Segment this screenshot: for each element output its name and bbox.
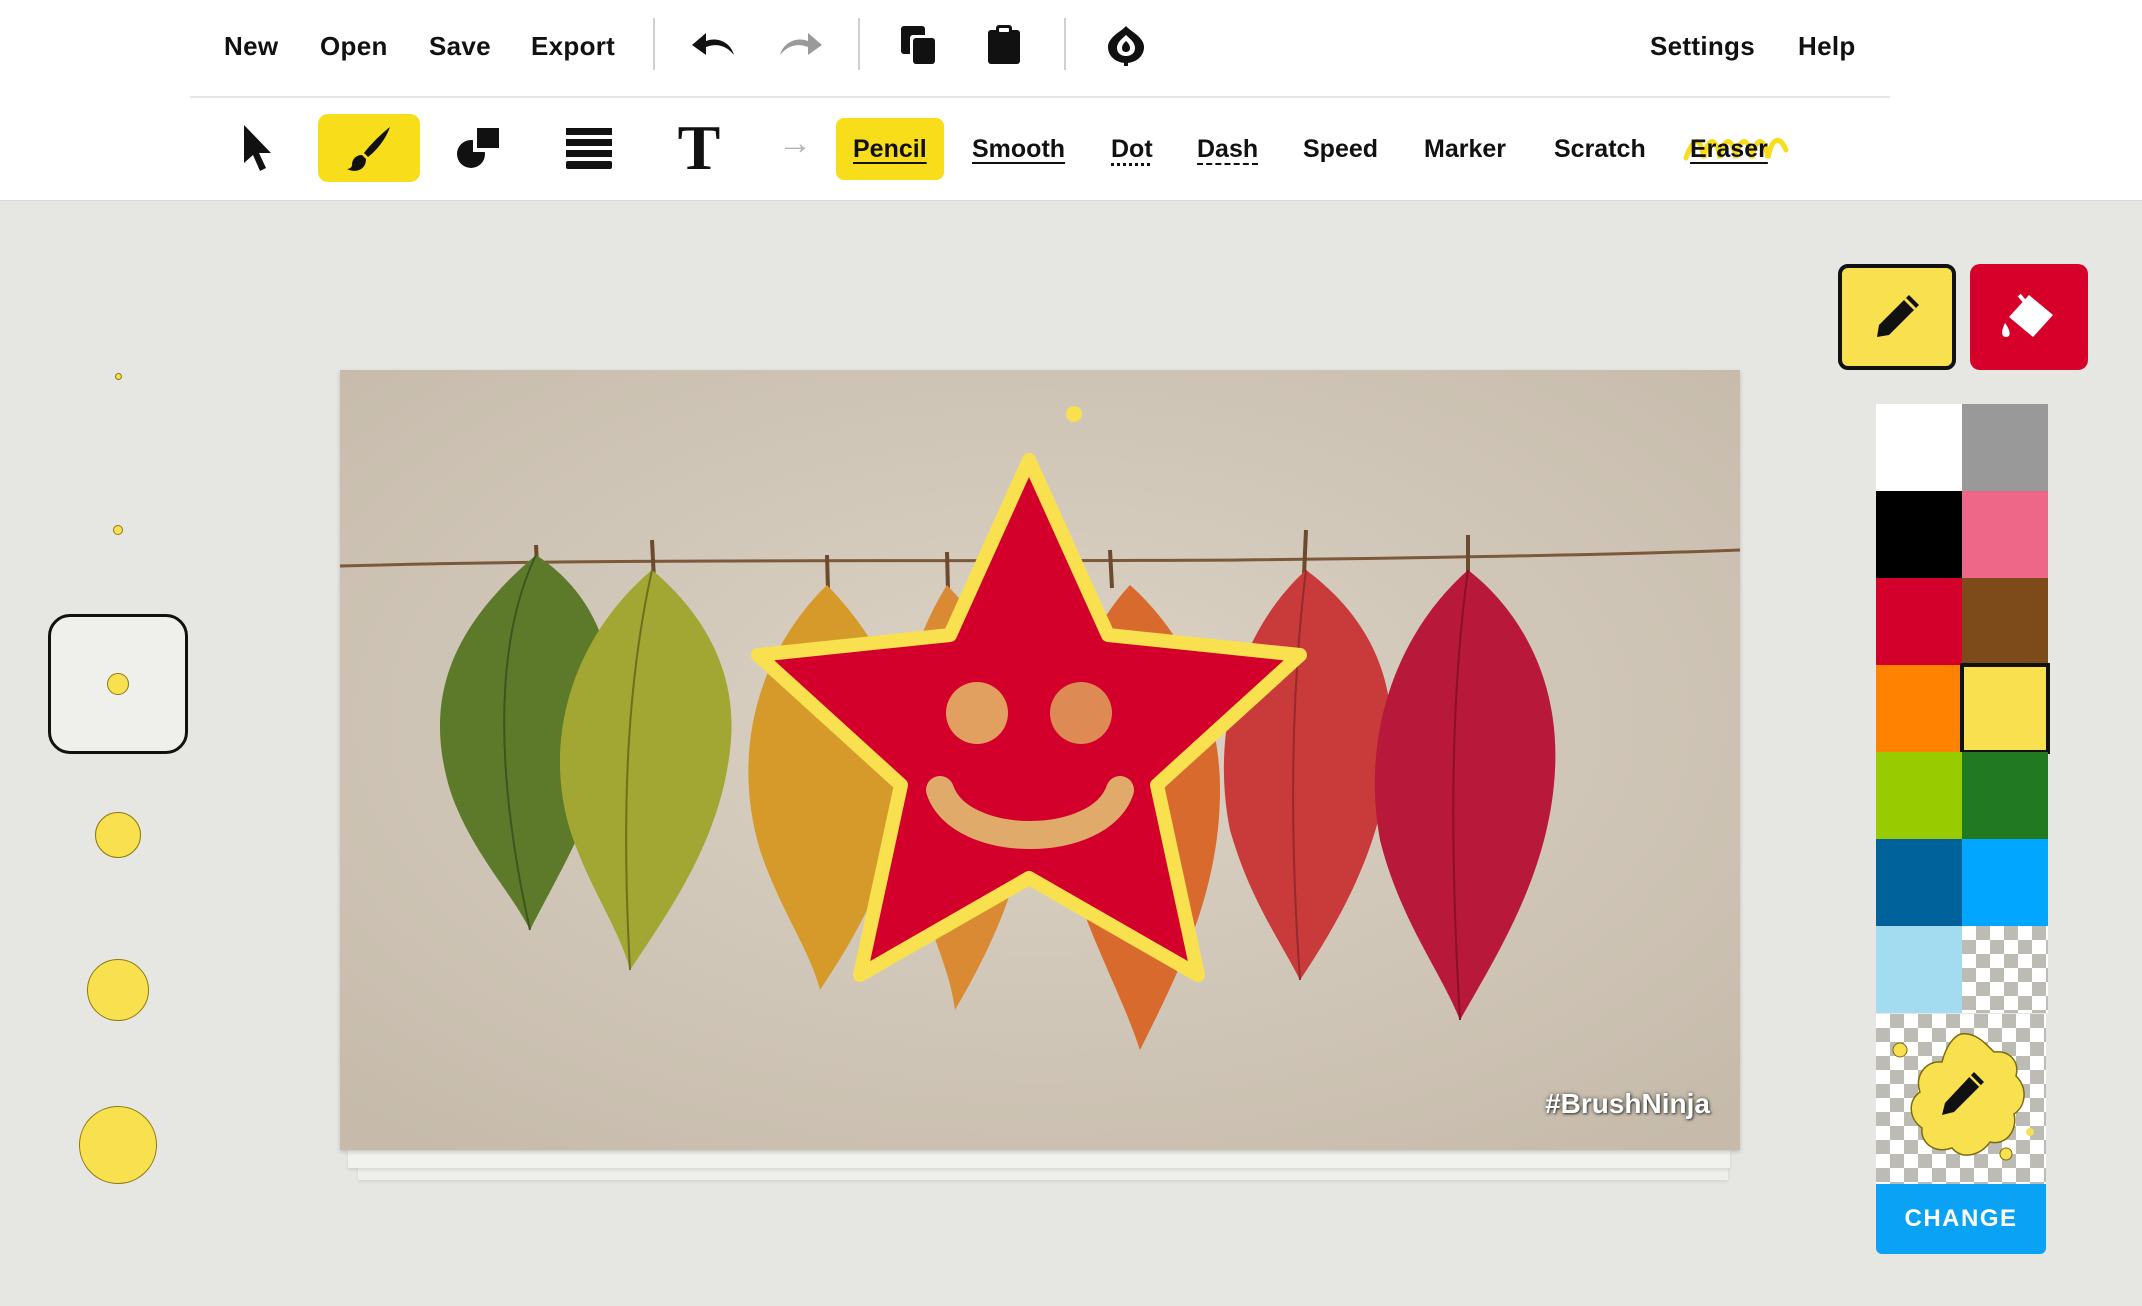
- brush-style-eraser[interactable]: Eraser: [1682, 118, 1792, 180]
- menu-divider: [858, 18, 860, 70]
- color-swatch-brown[interactable]: [1962, 578, 2048, 665]
- color-swatch-gray[interactable]: [1962, 404, 2048, 491]
- text-tool-button[interactable]: T: [648, 114, 750, 182]
- size-dot: [114, 372, 122, 380]
- paste-icon: [988, 25, 1020, 64]
- layers-tool-button[interactable]: [538, 114, 640, 182]
- drawing-canvas[interactable]: #BrushNinja: [340, 370, 1740, 1150]
- current-color-preview[interactable]: [1876, 1014, 2046, 1184]
- size-dot: [113, 525, 123, 535]
- brush-size-1[interactable]: [48, 346, 188, 406]
- size-dot: [107, 673, 129, 695]
- brush-tool-button[interactable]: [318, 114, 420, 182]
- menu-save[interactable]: Save: [429, 28, 491, 64]
- fill-color-mode-button[interactable]: [1970, 264, 2088, 370]
- color-swatch-dark-blue[interactable]: [1876, 839, 1962, 926]
- color-swatch-white[interactable]: [1876, 404, 1962, 491]
- menu-export[interactable]: Export: [531, 28, 615, 64]
- arrow-right-icon: →: [778, 124, 812, 162]
- copy-icon: [901, 26, 935, 64]
- brush-style-dash[interactable]: Dash: [1197, 118, 1258, 180]
- brush-style-marker[interactable]: Marker: [1424, 118, 1506, 180]
- shapes-icon: [457, 128, 501, 168]
- color-swatch-lime[interactable]: [1876, 752, 1962, 839]
- pencil-icon: [1877, 295, 1919, 337]
- select-tool-button[interactable]: [206, 114, 308, 182]
- undo-icon: [692, 33, 734, 55]
- brush-style-eraser-label: Eraser: [1690, 135, 1768, 163]
- text-icon: T: [677, 112, 721, 183]
- paintbrush-icon: [347, 127, 390, 171]
- menu-new[interactable]: New: [224, 28, 278, 64]
- color-swatch-light-blue[interactable]: [1876, 926, 1962, 1013]
- watermark: #BrushNinja: [1545, 1088, 1710, 1119]
- brush-size-3[interactable]: [48, 614, 188, 754]
- frame-stack: [348, 1150, 1730, 1168]
- brush-size-5[interactable]: [48, 950, 188, 1030]
- color-swatch-sky-blue[interactable]: [1962, 839, 2048, 926]
- menu-divider: [653, 18, 655, 70]
- layers-icon: [566, 128, 612, 169]
- copy-button[interactable]: [890, 20, 946, 70]
- redo-icon: [780, 33, 822, 55]
- brush-size-6[interactable]: [48, 1100, 188, 1190]
- menu-bar: New Open Save Export Settings Help: [190, 0, 1890, 98]
- brush-size-4[interactable]: [48, 800, 188, 870]
- brush-style-smooth[interactable]: Smooth: [972, 118, 1065, 180]
- size-dot: [87, 959, 149, 1021]
- size-dot: [79, 1106, 157, 1184]
- paint-bucket-icon: [2002, 293, 2053, 337]
- color-swatch-black[interactable]: [1876, 491, 1962, 578]
- paint-splat-icon: [1892, 1033, 2034, 1161]
- color-swatch-orange[interactable]: [1876, 665, 1962, 752]
- menu-settings[interactable]: Settings: [1650, 28, 1755, 64]
- star-drawing[interactable]: [340, 370, 1740, 1150]
- menu-help[interactable]: Help: [1798, 28, 1856, 64]
- menu-divider: [1064, 18, 1066, 70]
- header: New Open Save Export Settings Help T → P…: [0, 0, 2142, 201]
- brush-style-dot[interactable]: Dot: [1111, 118, 1153, 180]
- pointer-arrow-icon: [244, 125, 271, 171]
- size-dot: [95, 812, 141, 858]
- undo-button[interactable]: [686, 20, 742, 70]
- brush-style-scratch[interactable]: Scratch: [1554, 118, 1646, 180]
- menu-open[interactable]: Open: [320, 28, 388, 64]
- color-swatch-green[interactable]: [1962, 752, 2048, 839]
- change-color-button[interactable]: CHANGE: [1876, 1184, 2046, 1254]
- brush-size-2[interactable]: [48, 500, 188, 560]
- brush-style-speed[interactable]: Speed: [1303, 118, 1378, 180]
- onion-skin-icon: [1108, 26, 1144, 66]
- paste-button[interactable]: [976, 20, 1032, 70]
- color-swatch-yellow-selected[interactable]: [1960, 663, 2050, 754]
- onion-skin-button[interactable]: [1098, 20, 1154, 70]
- color-swatch-red[interactable]: [1876, 578, 1962, 665]
- color-swatch-pink[interactable]: [1962, 491, 2048, 578]
- brush-style-pencil[interactable]: Pencil: [836, 118, 944, 180]
- tool-bar: T → Pencil Smooth Dot Dash Speed Marker …: [190, 110, 1890, 186]
- shapes-tool-button[interactable]: [428, 114, 530, 182]
- color-swatch-transparent[interactable]: [1962, 926, 2048, 1013]
- redo-button[interactable]: [772, 20, 828, 70]
- stroke-color-mode-button[interactable]: [1838, 264, 1956, 370]
